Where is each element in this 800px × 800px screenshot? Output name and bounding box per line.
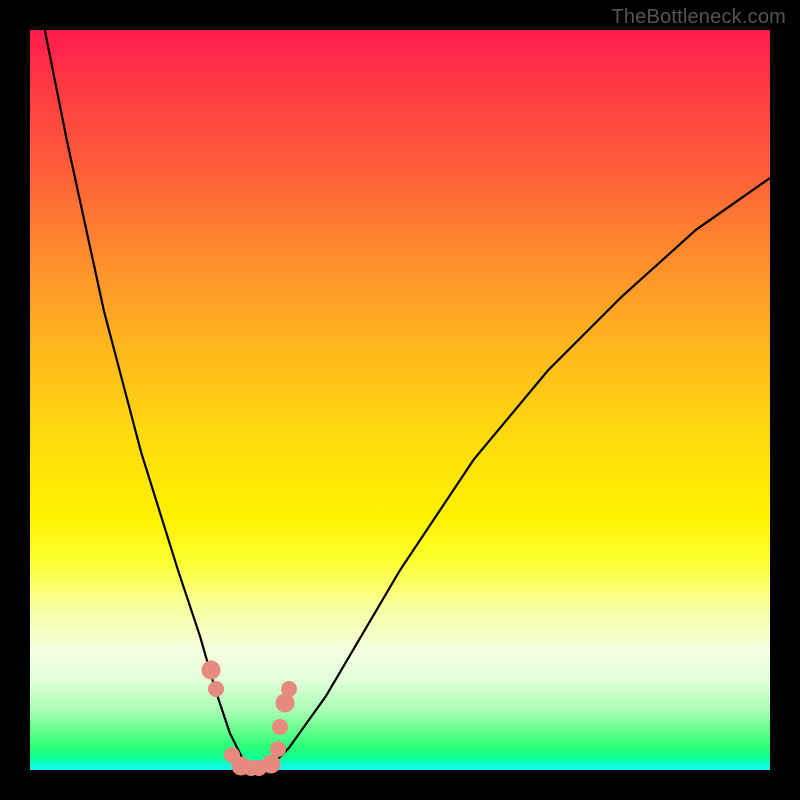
data-marker <box>276 694 295 713</box>
data-marker <box>272 719 288 735</box>
data-marker <box>202 661 221 680</box>
chart-plot-area <box>30 30 770 770</box>
bottleneck-curve <box>30 30 770 770</box>
data-marker <box>208 681 224 697</box>
data-marker <box>270 741 286 757</box>
watermark-text: TheBottleneck.com <box>611 6 786 29</box>
data-marker <box>281 681 297 697</box>
data-marker <box>261 755 280 774</box>
